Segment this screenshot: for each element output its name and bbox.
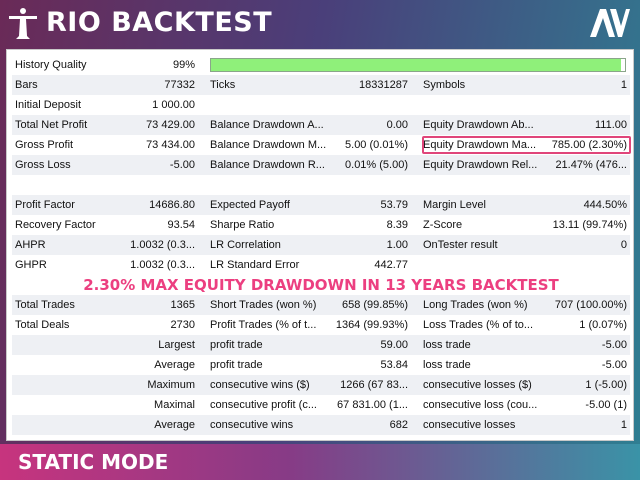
trade-row: Total Trades 1365 Short Trades (won %) 658 … — [12, 295, 630, 315]
metric-row-label: Maximum — [147, 379, 195, 391]
metric-label: LR Correlation — [210, 239, 281, 251]
metric-row: AHPR 1.0032 (0.3... LR Correlation 1.00 OnTe… — [12, 235, 630, 255]
history-quality-bar-fill — [211, 59, 621, 71]
metric-label: Expected Payoff — [210, 199, 290, 211]
metric-label: consecutive profit (c... — [210, 399, 317, 411]
history-quality-value: 99% — [172, 59, 195, 71]
metric-row-label: Maximal — [154, 399, 195, 411]
summary-banner-row: 2.30% MAX EQUITY DRAWDOWN IN 13 YEARS BA… — [12, 275, 630, 295]
metric-value: 442.77 — [374, 259, 408, 271]
metric-value: 14686.80 — [149, 199, 195, 211]
history-quality-bar — [210, 58, 626, 72]
summary-banner: 2.30% MAX EQUITY DRAWDOWN IN 13 YEARS BA… — [83, 276, 559, 294]
metric-value: -5.00 — [601, 339, 627, 351]
metric-value: 0 — [620, 239, 627, 251]
metric-label: Profit Trades (% of t... — [210, 319, 317, 331]
metric-value: -5.00 — [169, 159, 195, 171]
metric-row-label: Average — [154, 359, 195, 371]
metric-label: Balance Drawdown A... — [210, 119, 324, 131]
history-quality-row: History Quality 99% — [12, 55, 630, 75]
trade-row: Largest profit trade 59.00 loss trade -5.00 — [12, 335, 630, 355]
metric-value: 1266 (67 83... — [340, 379, 408, 391]
trade-row: Maximal consecutive profit (c... 67 831.00… — [12, 395, 630, 415]
metric-value: 1 — [620, 79, 627, 91]
metric-value: 59.00 — [380, 339, 408, 351]
metric-row — [12, 175, 630, 195]
trade-row: Average consecutive wins 682 consecutive lo… — [12, 415, 630, 435]
metric-row: Gross Profit 73 434.00 Balance Drawdown M.… — [12, 135, 631, 155]
metric-value: 53.79 — [380, 199, 408, 211]
metric-value: 77332 — [164, 79, 195, 91]
metric-value: 67 831.00 (1... — [337, 399, 408, 411]
metric-value: 1364 (99.93%) — [335, 319, 408, 331]
metric-label: consecutive wins ($) — [210, 379, 310, 391]
metric-label: LR Standard Error — [210, 259, 300, 271]
metric-value: 73 429.00 — [146, 119, 195, 131]
metric-label: profit trade — [210, 339, 263, 351]
metric-row: Recovery Factor 93.54 Sharpe Ratio 8.39 Z-Sc… — [12, 215, 630, 235]
trade-row: Average profit trade 53.84 loss trade -5.00 — [12, 355, 630, 375]
metric-value: 18331287 — [359, 79, 408, 91]
metric-value: 21.47% (476... — [555, 159, 627, 171]
metric-value: 0.00 — [386, 119, 408, 131]
metric-label: Sharpe Ratio — [210, 219, 275, 231]
metric-value: 1 (-5.00) — [585, 379, 627, 391]
metric-label: Short Trades (won %) — [210, 299, 317, 311]
metric-label: profit trade — [210, 359, 263, 371]
metric-value: 1.0032 (0.3... — [130, 259, 195, 271]
mode-label: STATIC MODE — [18, 450, 169, 474]
metric-row: Initial Deposit 1 000.00 — [12, 95, 630, 115]
footer: STATIC MODE — [0, 444, 640, 480]
metric-value: 1 000.00 — [152, 99, 195, 111]
metric-value — [122, 175, 195, 195]
metric-row: GHPR 1.0032 (0.3... LR Standard Error 442.7… — [12, 255, 630, 275]
metric-value: 2730 — [170, 319, 195, 331]
metric-value: 444.50% — [583, 199, 627, 211]
metric-label — [210, 95, 328, 115]
metric-value: 658 (99.85%) — [341, 299, 408, 311]
metric-value: 0.01% (5.00) — [345, 159, 408, 171]
metric-value: 1365 — [170, 299, 195, 311]
metric-value: 682 — [389, 419, 408, 431]
metric-value: 1.0032 (0.3... — [130, 239, 195, 251]
metric-value: 5.00 (0.01%) — [345, 139, 408, 151]
metric-value — [312, 175, 408, 195]
metric-value — [517, 95, 627, 115]
metric-value — [517, 255, 627, 275]
metric-row: Total Net Profit 73 429.00 Balance Drawdow… — [12, 115, 630, 135]
metric-value: -5.00 — [601, 359, 627, 371]
equity-drawdown-highlight — [422, 136, 631, 154]
trade-row: Total Deals 2730 Profit Trades (% of t... 1… — [12, 315, 630, 335]
av-logo-icon — [590, 9, 630, 37]
metric-label: Ticks — [210, 79, 236, 91]
metric-value: 1 (0.07%) — [579, 319, 627, 331]
metric-label: consecutive wins — [210, 419, 294, 431]
metric-label: Balance Drawdown R... — [210, 159, 325, 171]
metric-label: Balance Drawdown M... — [210, 139, 327, 151]
metric-row: Gross Loss -5.00 Balance Drawdown R... 0.01… — [12, 155, 630, 175]
metric-value: 1 — [620, 419, 627, 431]
metric-value: 13.11 (99.74%) — [552, 219, 627, 231]
metric-label — [210, 175, 328, 195]
metric-value: 93.54 — [167, 219, 195, 231]
backtest-report-panel: History Quality 99% Bars 77332 Ticks 183312… — [6, 49, 634, 441]
metric-value — [312, 95, 408, 115]
metric-value: 8.39 — [386, 219, 408, 231]
metric-row: Bars 77332 Ticks 18331287 Symbols 1 — [12, 75, 630, 95]
christ-redeemer-icon — [9, 8, 37, 39]
header: RIO BACKTEST — [0, 0, 640, 46]
metric-value: -5.00 (1) — [585, 399, 627, 411]
metric-row: Profit Factor 14686.80 Expected Payoff 53.7… — [12, 195, 630, 215]
metric-value: 1.00 — [386, 239, 408, 251]
metric-row-label: Largest — [158, 339, 195, 351]
metric-row-label: Average — [154, 419, 195, 431]
trade-row: Maximum consecutive wins ($) 1266 (67 83..… — [12, 375, 630, 395]
metric-value: 53.84 — [380, 359, 408, 371]
metric-value: 707 (100.00%) — [554, 299, 627, 311]
metric-value — [517, 175, 627, 195]
metric-value: 73 434.00 — [146, 139, 195, 151]
metric-value: 111.00 — [594, 119, 627, 131]
app-title: RIO BACKTEST — [46, 7, 273, 38]
